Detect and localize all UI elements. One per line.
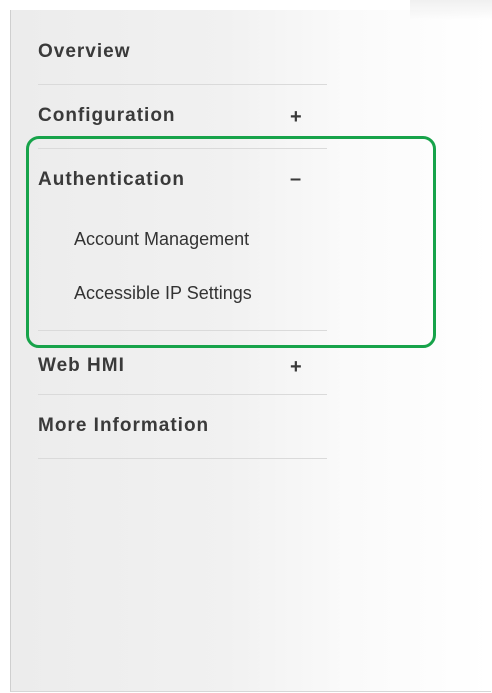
menu-item-configuration[interactable]: Configuration + — [38, 102, 327, 130]
expand-icon[interactable]: + — [290, 107, 303, 127]
menu-item-more-information-label: More Information — [38, 415, 210, 436]
menu-divider — [38, 330, 327, 331]
submenu-item-accessible-ip-settings[interactable]: Accessible IP Settings — [74, 283, 252, 304]
menu-item-overview-label: Overview — [38, 41, 131, 62]
menu-item-authentication[interactable]: Authentication – — [38, 166, 327, 194]
collapse-icon[interactable]: – — [290, 169, 302, 189]
menu-item-web-hmi-label: Web HMI — [38, 355, 125, 376]
menu-divider — [38, 84, 327, 85]
menu-divider — [38, 148, 327, 149]
menu-item-configuration-label: Configuration — [38, 105, 176, 126]
submenu-item-account-management[interactable]: Account Management — [74, 229, 249, 250]
menu-divider — [38, 394, 327, 395]
menu-divider — [38, 458, 327, 459]
menu-item-overview[interactable]: Overview — [38, 38, 327, 66]
expand-icon[interactable]: + — [290, 357, 303, 377]
menu-item-web-hmi[interactable]: Web HMI + — [38, 352, 327, 380]
panel-corner-shadow — [410, 0, 492, 20]
menu-item-authentication-label: Authentication — [38, 169, 185, 190]
menu-item-more-information[interactable]: More Information — [38, 412, 327, 440]
